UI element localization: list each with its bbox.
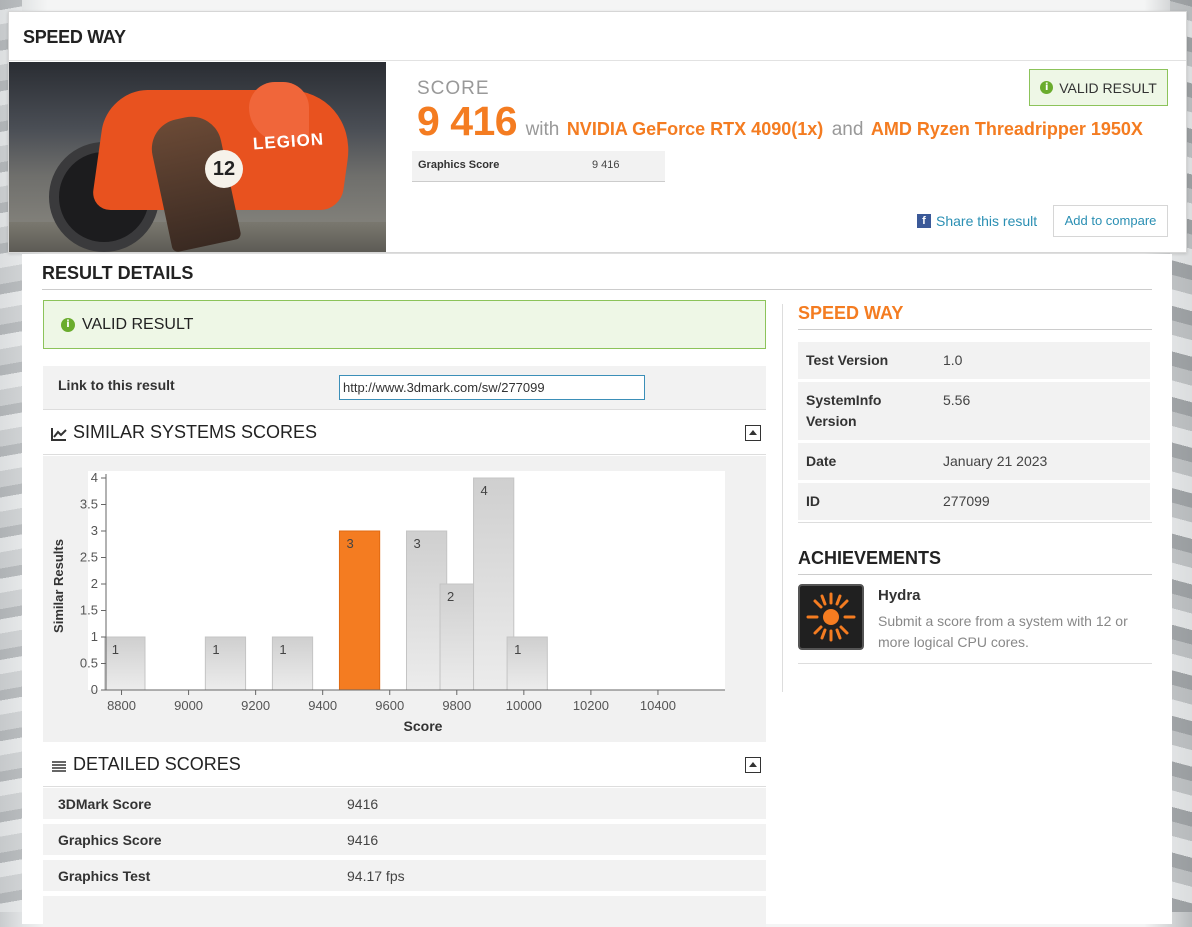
benchmark-hero-image: 12 LEGION (9, 62, 386, 252)
divider (798, 522, 1152, 523)
similar-systems-chart: 11133241 0 0.5 1 1.5 2 2.5 3 3.5 4 8800 9000 9200 94… (43, 456, 766, 742)
gpu-name[interactable]: NVIDIA GeForce RTX 4090(1x) (567, 119, 823, 139)
info-row-systeminfo-version: SystemInfo Version 5.56 (798, 382, 1150, 440)
x-tick-label: 9400 (308, 698, 337, 713)
info-label: ID (806, 493, 820, 509)
divider (42, 289, 1152, 290)
detailed-score-label: Graphics Test (58, 868, 151, 884)
graphics-score-label: Graphics Score (418, 159, 500, 171)
achievement-description: Submit a score from a system with 12 or … (878, 613, 1128, 650)
result-link-label: Link to this result (58, 377, 175, 393)
y-tick-label: 2.5 (80, 550, 98, 565)
info-value: 1.0 (943, 352, 963, 368)
score-value: 9 416 (417, 98, 518, 144)
hydra-sun-icon (798, 584, 864, 650)
x-tick-label: 9800 (442, 698, 471, 713)
y-tick-label: 4 (91, 470, 98, 485)
detailed-score-row: 3DMark Score 9416 (43, 788, 766, 819)
share-result-link[interactable]: f Share this result (917, 213, 1037, 229)
info-value: January 21 2023 (943, 453, 1048, 469)
with-text: with (525, 119, 560, 140)
info-value: 277099 (943, 493, 990, 509)
y-tick-label: 2 (91, 576, 98, 591)
x-tick-label: 9200 (241, 698, 270, 713)
result-link-row: Link to this result (43, 366, 766, 410)
y-tick-label: 3 (91, 523, 98, 538)
y-axis-label: Similar Results (51, 539, 66, 633)
x-tick-label: 9600 (375, 698, 404, 713)
result-link-field[interactable] (339, 375, 645, 400)
achievement-item: Hydra Submit a score from a system with … (798, 584, 1152, 664)
bar-value-label: 1 (279, 642, 286, 657)
detailed-score-label: 3DMark Score (58, 796, 152, 812)
line-chart-icon (51, 428, 67, 441)
hero-bike-number: 12 (205, 150, 243, 188)
share-result-label: Share this result (936, 213, 1038, 229)
divider (798, 574, 1152, 575)
sidebar-benchmark-title: SPEED WAY (798, 303, 904, 323)
collapse-detailed-button[interactable] (745, 757, 761, 773)
graphics-score-summary: Graphics Score 9 416 (412, 151, 665, 182)
bar-value-label: 1 (212, 642, 219, 657)
x-tick-label: 10000 (506, 698, 542, 713)
y-tick-label: 0.5 (80, 656, 98, 671)
y-tick-label: 1 (91, 629, 98, 644)
y-tick-label: 0 (91, 682, 98, 697)
bar[interactable] (439, 583, 475, 691)
x-tick-label: 9000 (174, 698, 203, 713)
info-label: Test Version (806, 352, 889, 368)
info-row-test-version: Test Version 1.0 (798, 342, 1150, 379)
x-tick-label: 8800 (107, 698, 136, 713)
detailed-score-value: 9416 (347, 832, 379, 848)
result-header-card: SPEED WAY 12 LEGION SCORE 9 416 with NVI… (8, 11, 1187, 253)
info-check-icon: i (1040, 81, 1054, 94)
detailed-score-row: Graphics Score 9416 (43, 824, 766, 855)
info-value: 5.56 (943, 392, 971, 408)
valid-result-banner-label: VALID RESULT (82, 315, 194, 333)
bar-value-label: 1 (112, 642, 119, 657)
bar-value-label: 3 (414, 536, 421, 551)
similar-systems-title: SIMILAR SYSTEMS SCORES (73, 422, 318, 442)
x-tick-label: 10400 (640, 698, 676, 713)
list-icon (52, 761, 66, 772)
bar-value-label: 2 (447, 589, 454, 604)
column-divider (782, 304, 783, 692)
info-label: SystemInfo Version (806, 392, 882, 429)
detailed-score-row: Graphics Test 94.17 fps (43, 860, 766, 891)
collapse-similar-button[interactable] (745, 425, 761, 441)
bar-value-label: 4 (481, 483, 488, 498)
cpu-name[interactable]: AMD Ryzen Threadripper 1950X (871, 119, 1143, 139)
graphics-score-value: 9 416 (592, 159, 620, 171)
x-tick-label: 10200 (573, 698, 609, 713)
valid-result-banner: i VALID RESULT (43, 300, 766, 349)
info-check-icon: i (61, 317, 75, 332)
valid-result-label: VALID RESULT (1059, 79, 1157, 96)
add-to-compare-button[interactable]: Add to compare (1053, 205, 1168, 237)
y-tick-label: 1.5 (80, 603, 98, 618)
bar-value-label: 3 (346, 536, 353, 551)
divider (798, 329, 1152, 330)
achievements-title: ACHIEVEMENTS (798, 548, 942, 568)
detailed-score-value: 9416 (347, 796, 379, 812)
info-row-id: ID 277099 (798, 483, 1150, 520)
detailed-score-label: Graphics Score (58, 832, 162, 848)
detailed-score-value: 94.17 fps (347, 868, 405, 884)
bar-value-label: 1 (514, 642, 521, 657)
benchmark-title: SPEED WAY (9, 12, 1186, 61)
result-details-title: RESULT DETAILS (42, 263, 194, 283)
histogram-svg: 1 1 13 3241 00.511.522.533.548800 9000 9200 94… (51, 470, 725, 734)
y-tick-label: 3.5 (80, 497, 98, 512)
info-row-date: Date January 21 2023 (798, 443, 1150, 480)
and-text: and (831, 119, 864, 140)
detailed-scores-title: DETAILED SCORES (73, 754, 241, 774)
achievement-name: Hydra (878, 587, 921, 604)
detailed-scores-header[interactable]: DETAILED SCORES (43, 743, 766, 787)
bar-highlighted[interactable] (338, 530, 381, 691)
similar-systems-header[interactable]: SIMILAR SYSTEMS SCORES (43, 411, 766, 455)
result-details-card: RESULT DETAILS i VALID RESULT Link to th… (22, 254, 1172, 927)
valid-result-badge: i VALID RESULT (1029, 69, 1168, 106)
x-axis-label: Score (404, 718, 443, 734)
facebook-icon: f (917, 214, 931, 228)
info-label: Date (806, 453, 837, 469)
